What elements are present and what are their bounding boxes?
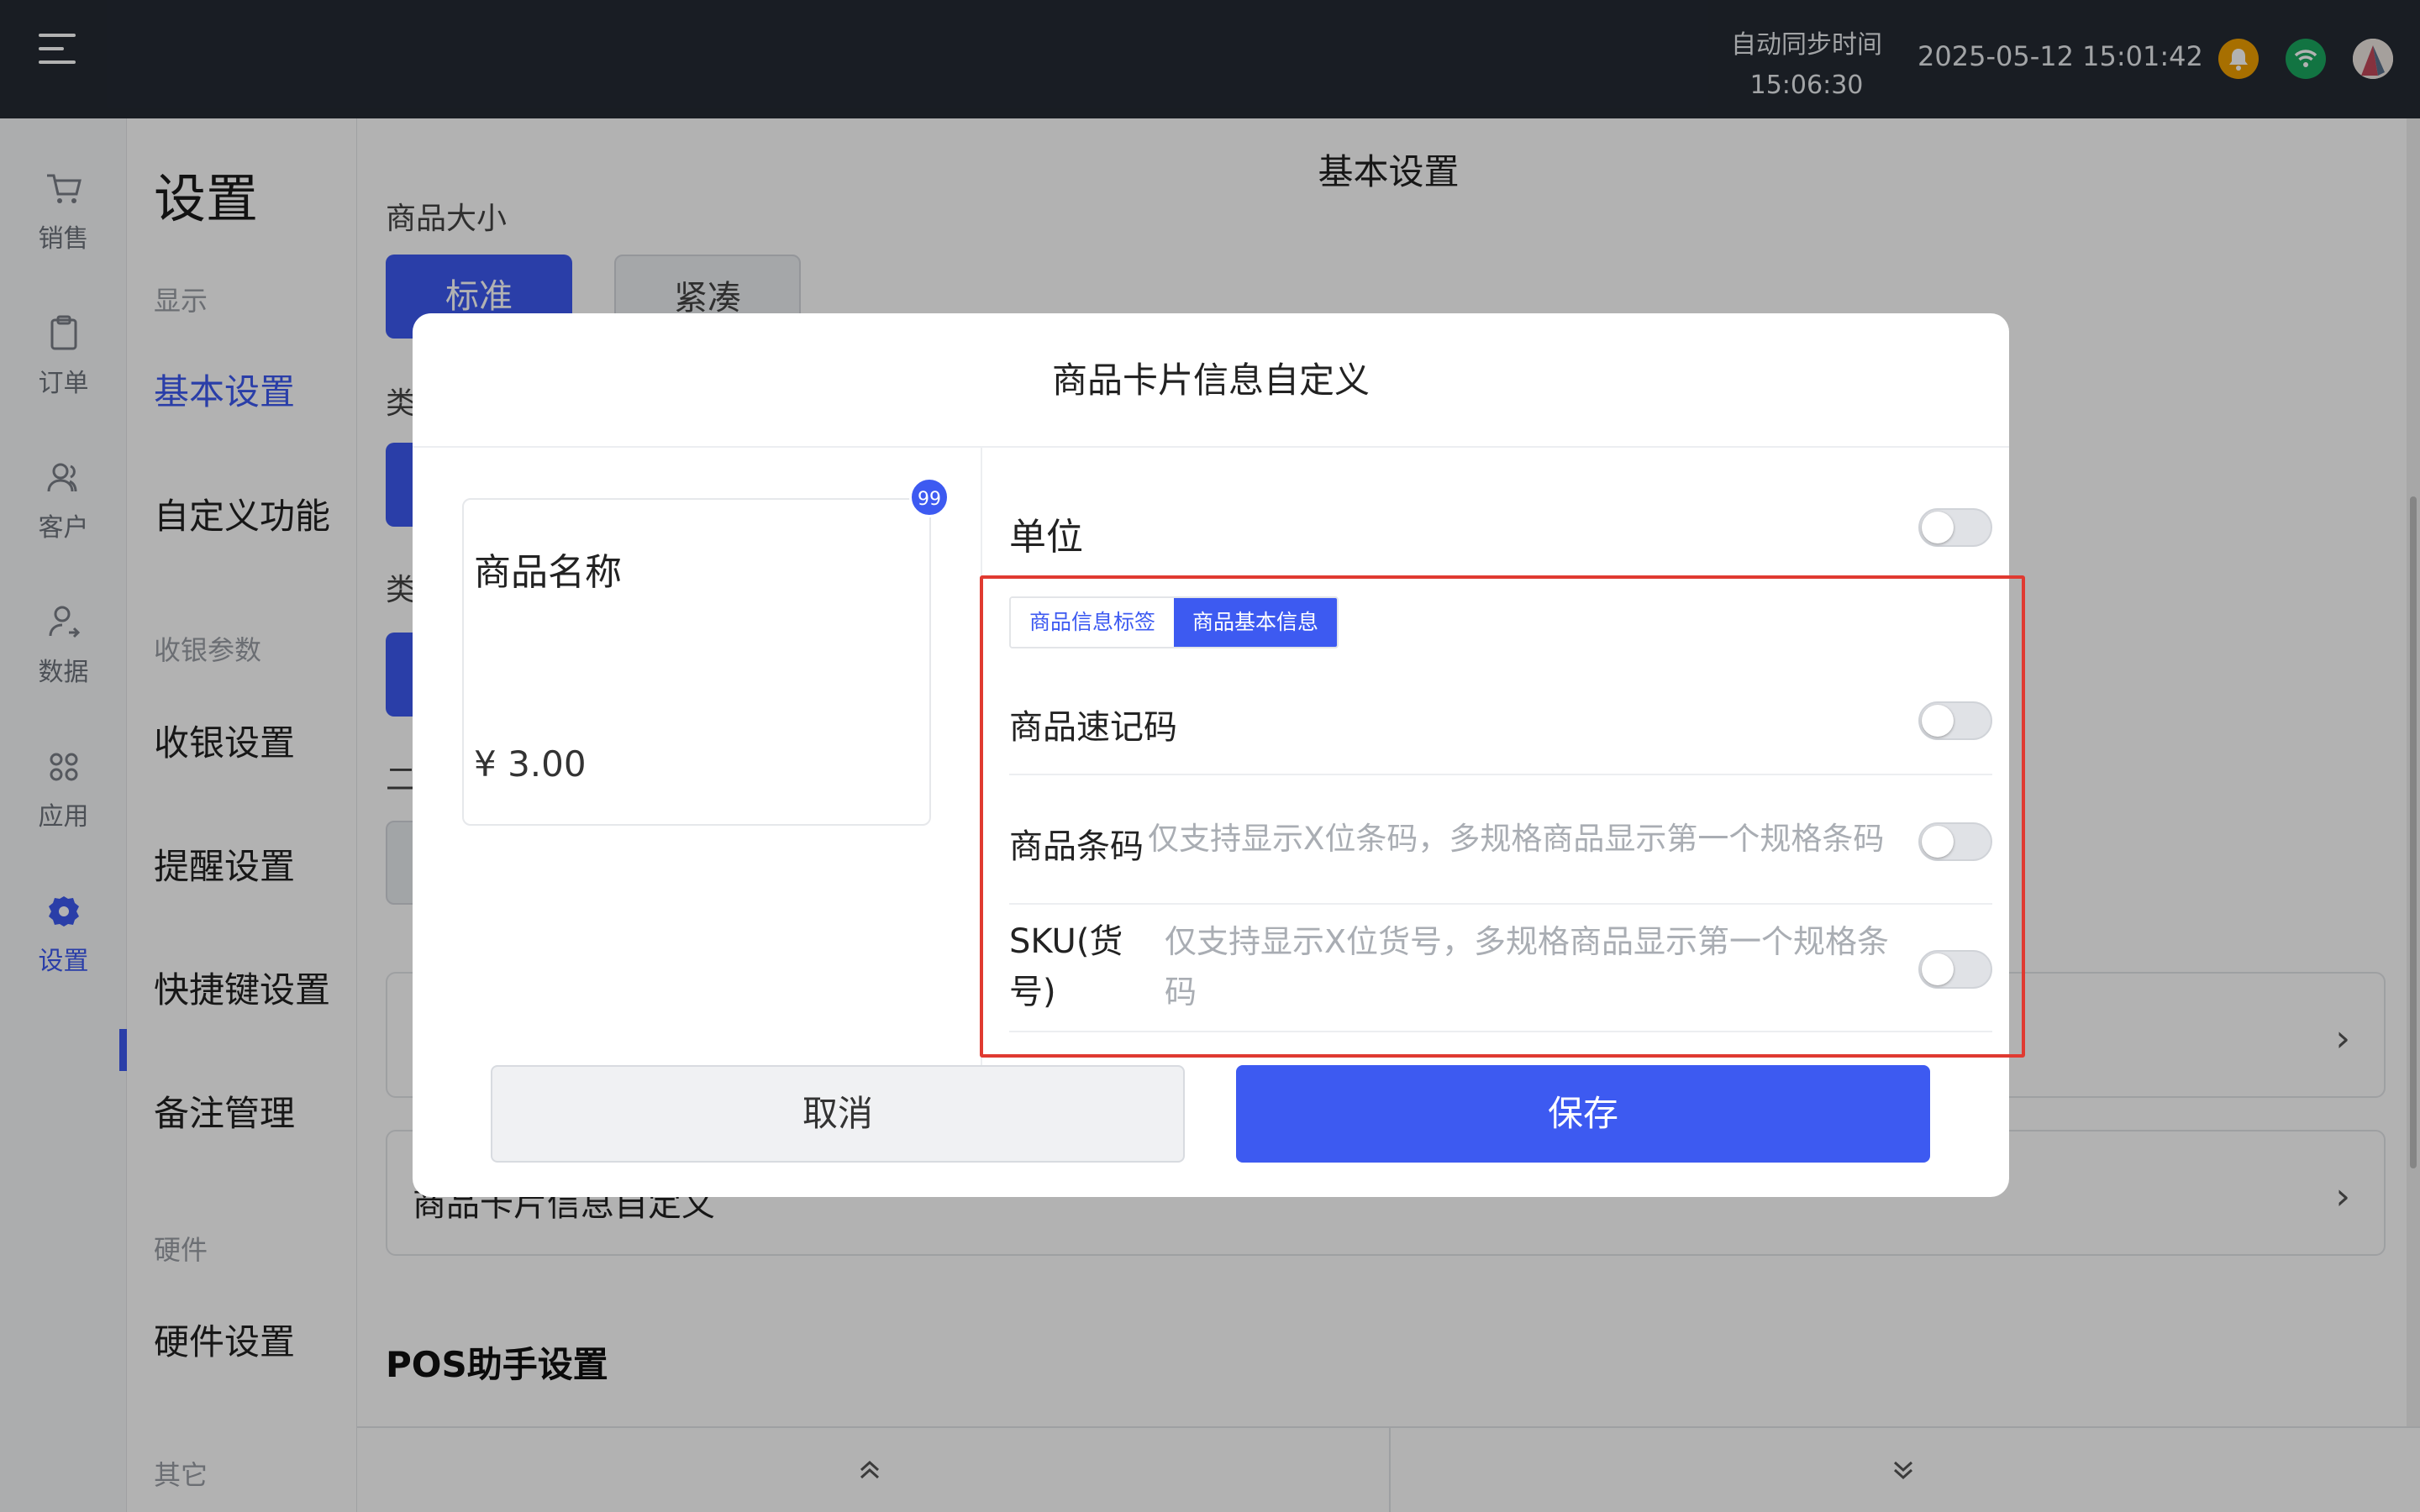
info-tabs: 商品信息标签 商品基本信息 — [1009, 596, 1339, 648]
option-hint: 仅支持显示X位货号，多规格商品显示第一个规格条码 — [1165, 923, 1890, 1011]
option-label: 商品条码 — [1009, 827, 1144, 866]
sku-toggle[interactable] — [1918, 950, 1992, 989]
unit-label: 单位 — [1009, 516, 1083, 559]
tab-product-tags[interactable]: 商品信息标签 — [1011, 598, 1175, 647]
tab-product-basic-info[interactable]: 商品基本信息 — [1174, 598, 1338, 647]
card-info-dialog: 商品卡片信息自定义 商品名称 ¥ 3.00 99 单位 商品信息标签 商品基本信… — [413, 313, 2009, 1197]
app-root: 自动同步时间 15:06:30 2025-05-12 15:01:42 销售 订… — [0, 0, 2420, 1512]
option-row-barcode: 商品条码 仅支持显示X位条码，多规格商品显示第一个规格条码 — [1009, 777, 1992, 905]
dialog-title: 商品卡片信息自定义 — [413, 313, 2009, 448]
preview-product-name: 商品名称 — [474, 551, 622, 594]
option-row-sku: SKU(货号) 仅支持显示X位货号，多规格商品显示第一个规格条码 — [1009, 906, 1992, 1032]
option-label: 商品速记码 — [1009, 708, 1177, 747]
product-card-preview: 商品名称 ¥ 3.00 — [462, 498, 931, 826]
save-button[interactable]: 保存 — [1236, 1065, 1930, 1163]
unit-row: 单位 — [1009, 481, 1992, 574]
option-hint: 仅支持显示X位条码，多规格商品显示第一个规格条码 — [1148, 821, 1885, 857]
option-label: SKU(货号) — [1009, 922, 1123, 1011]
cancel-button[interactable]: 取消 — [491, 1065, 1185, 1163]
preview-product-price: ¥ 3.00 — [474, 743, 587, 785]
unit-toggle[interactable] — [1918, 508, 1992, 547]
count-badge: 99 — [909, 477, 950, 517]
barcode-toggle[interactable] — [1918, 822, 1992, 861]
shortcode-toggle[interactable] — [1918, 701, 1992, 740]
option-row-shortcode: 商品速记码 — [1009, 666, 1992, 775]
divider — [981, 448, 982, 1069]
